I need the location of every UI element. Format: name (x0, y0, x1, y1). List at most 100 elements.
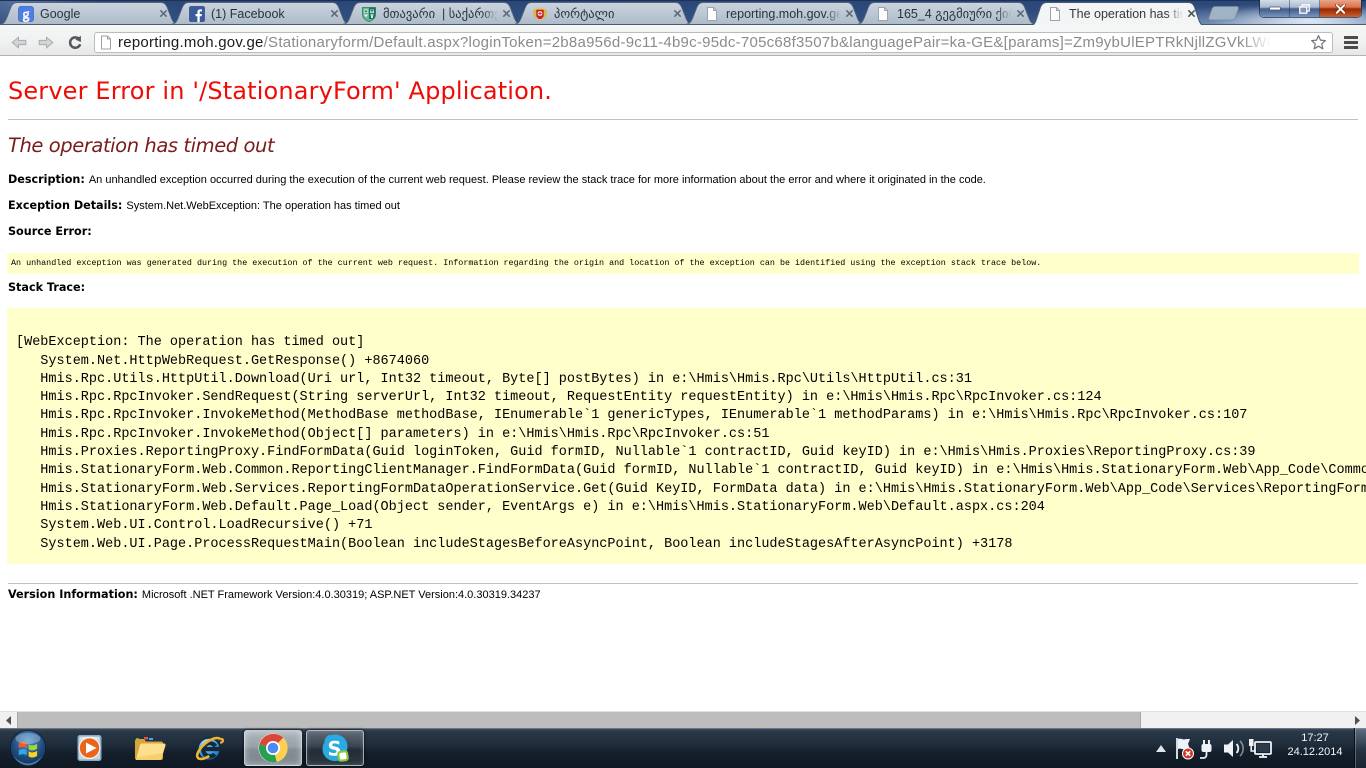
divider (8, 119, 1358, 120)
google-g-glyph: g (23, 6, 30, 21)
moh-shield-favicon (361, 6, 377, 22)
error-title: Server Error in '/StationaryForm' Applic… (8, 77, 552, 105)
tab-close-icon[interactable] (845, 9, 854, 18)
taskbar-ie[interactable] (180, 730, 238, 766)
scroll-right-icon (1355, 716, 1360, 725)
back-button[interactable] (8, 27, 30, 58)
divider (8, 583, 1358, 584)
minimize-icon (1269, 6, 1281, 11)
version-text: Microsoft .NET Framework Version:4.0.303… (142, 589, 541, 601)
description-text: An unhandled exception occurred during t… (89, 174, 986, 186)
tab-error-active[interactable]: The operation has tim (1030, 2, 1205, 25)
exception-label: Exception Details: (8, 199, 122, 212)
tab-title: Google (40, 7, 155, 21)
stack-trace-line: Stack Trace: (8, 282, 89, 294)
menu-bar (1344, 46, 1358, 49)
start-button[interactable] (4, 730, 52, 766)
taskbar-chrome[interactable] (244, 730, 302, 766)
error-page: Server Error in '/StationaryForm' Applic… (0, 57, 1366, 711)
tab-close-icon[interactable] (330, 9, 339, 18)
tab-title: მთავარი | საქართვე (383, 6, 498, 21)
chrome-icon (257, 732, 289, 764)
georgia-emblem-favicon (532, 6, 548, 22)
address-bar[interactable]: reporting.moh.gov.ge/Stationaryform/Defa… (94, 32, 1333, 53)
version-label: Version Information: (8, 588, 138, 601)
network-icon[interactable] (1246, 728, 1274, 768)
tab-close-icon[interactable] (159, 9, 168, 18)
show-desktop-button[interactable] (1354, 728, 1366, 768)
error-subtitle: The operation has timed out (8, 134, 274, 157)
window-controls (1260, 0, 1361, 17)
scrollbar-thumb[interactable] (17, 712, 1141, 729)
power-plug-icon[interactable] (1196, 728, 1220, 768)
clock-time: 17:27 (1278, 731, 1352, 745)
folder-icon (132, 732, 166, 764)
tab-title: პორტალი (554, 6, 669, 21)
skype-icon: S (319, 732, 351, 764)
source-error-line: Source Error: (8, 226, 96, 238)
tab-reporting[interactable]: reporting.moh.gov.ge (687, 2, 863, 25)
page-icon (100, 35, 112, 50)
bookmark-star-icon[interactable] (1310, 34, 1327, 51)
taskbar: S (0, 728, 1366, 768)
forward-icon (38, 36, 54, 49)
close-button[interactable] (1320, 0, 1361, 17)
taskbar-clock[interactable]: 17:27 24.12.2014 (1278, 731, 1352, 765)
blank-page-favicon (704, 6, 720, 22)
taskbar-explorer[interactable] (120, 730, 178, 766)
forward-button[interactable] (35, 27, 57, 58)
close-icon (1334, 4, 1347, 14)
blank-page-favicon (875, 6, 891, 22)
tab-title: reporting.moh.gov.ge (726, 7, 841, 21)
volume-icon[interactable] (1220, 728, 1246, 768)
taskbar-wmp[interactable] (60, 730, 118, 766)
facebook-favicon (189, 6, 205, 22)
tab-close-icon[interactable] (673, 9, 682, 18)
restore-button[interactable] (1290, 0, 1320, 17)
screen: g Google (1) Facebook მთავარი | საქარ (0, 0, 1366, 768)
tab-165-4[interactable]: 165_4 გეგმიური ქირუ (858, 2, 1034, 25)
description-label: Description: (8, 173, 85, 186)
clock-date: 24.12.2014 (1278, 745, 1352, 759)
reload-button[interactable] (64, 27, 86, 58)
tab-title: The operation has tim (1069, 7, 1183, 21)
url-text[interactable]: reporting.moh.gov.ge/Stationaryform/Defa… (118, 34, 1308, 51)
exception-text: System.Net.WebException: The operation h… (126, 200, 400, 212)
taskbar-skype[interactable]: S (306, 730, 364, 766)
tab-close-icon[interactable] (502, 9, 511, 18)
url-fade (1242, 34, 1286, 51)
tab-close-icon[interactable] (1187, 9, 1196, 18)
action-center-icon[interactable] (1172, 728, 1196, 768)
back-icon (11, 36, 27, 49)
tab-title: (1) Facebook (211, 7, 326, 21)
tab-close-icon[interactable] (1016, 9, 1025, 18)
url-path: /Stationaryform/Default.aspx?loginToken=… (264, 34, 1279, 51)
stack-trace-text: [WebException: The operation has timed o… (7, 308, 1366, 554)
browser-toolbar: reporting.moh.gov.ge/Stationaryform/Defa… (0, 25, 1366, 56)
tab-facebook[interactable]: (1) Facebook (172, 2, 348, 25)
new-tab-button[interactable] (1206, 5, 1244, 22)
tab-portal[interactable]: პორტალი (515, 2, 691, 25)
source-error-label: Source Error: (8, 225, 92, 238)
url-host: reporting.moh.gov.ge (118, 34, 264, 51)
minimize-button[interactable] (1260, 0, 1290, 17)
restore-icon (1299, 4, 1310, 14)
system-tray (1150, 728, 1274, 768)
scroll-left-icon (6, 716, 11, 725)
blank-page-favicon (1047, 6, 1063, 22)
scroll-right-button[interactable] (1349, 712, 1366, 729)
source-error-box: An unhandled exception was generated dur… (7, 253, 1359, 274)
tab-google[interactable]: g Google (1, 2, 177, 25)
menu-bar (1344, 41, 1358, 44)
menu-bar (1344, 36, 1358, 39)
reload-icon (67, 35, 83, 51)
tab-title: 165_4 გეგმიური ქირუ (897, 6, 1012, 21)
scroll-left-button[interactable] (0, 712, 17, 729)
google-favicon: g (18, 6, 34, 22)
menu-button[interactable] (1344, 34, 1358, 51)
horizontal-scrollbar[interactable] (0, 711, 1366, 728)
tab-moh-home[interactable]: მთავარი | საქართვე (344, 2, 520, 25)
exception-line: Exception Details: System.Net.WebExceptio… (8, 200, 400, 212)
tray-expand-icon[interactable] (1150, 728, 1172, 768)
internet-explorer-icon (192, 732, 226, 764)
